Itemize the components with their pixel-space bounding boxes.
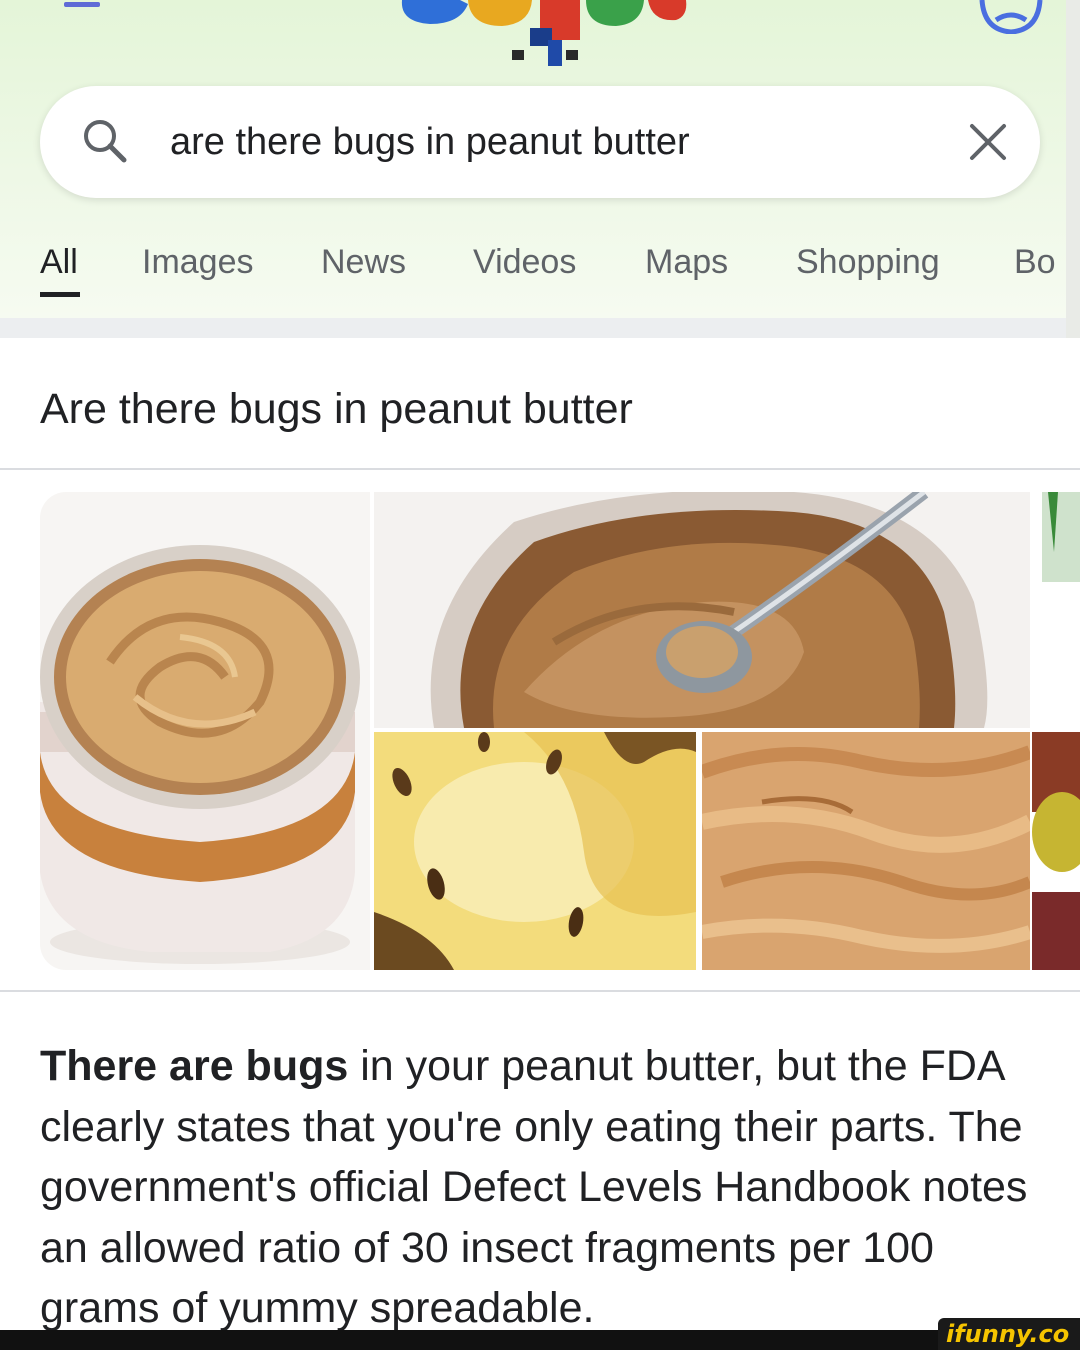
search-tabs: All Images News Videos Maps Shopping Bo [0, 236, 1080, 306]
active-tab-indicator [40, 292, 80, 297]
watermark-bar [0, 1330, 1080, 1350]
divider [0, 468, 1080, 470]
tab-news[interactable]: News [321, 242, 406, 282]
snippet-highlight: There are bugs [40, 1042, 349, 1090]
peanut-butter-spoon-image[interactable] [374, 492, 1030, 728]
bugs-in-food-image[interactable] [374, 732, 696, 970]
account-icon[interactable] [978, 0, 1044, 34]
close-icon[interactable] [966, 120, 1010, 164]
featured-question-heading[interactable]: Are there bugs in peanut butter [40, 384, 633, 434]
ifunny-watermark-logo: ifunny.co [938, 1318, 1080, 1350]
tab-images[interactable]: Images [142, 242, 254, 282]
tab-videos[interactable]: Videos [473, 242, 576, 282]
cropped-food-image[interactable] [1032, 492, 1080, 970]
peanut-butter-closeup-image[interactable] [702, 732, 1030, 970]
featured-snippet-text: There are bugs in your peanut butter, bu… [40, 1036, 1040, 1339]
search-input[interactable]: are there bugs in peanut butter [170, 120, 690, 164]
peanut-butter-jar-image[interactable] [40, 492, 370, 970]
tab-maps[interactable]: Maps [645, 242, 728, 282]
tab-shopping[interactable]: Shopping [796, 242, 940, 282]
header-divider [0, 318, 1080, 338]
tab-all[interactable]: All [40, 242, 78, 282]
tab-books[interactable]: Bo [1014, 242, 1056, 282]
menu-icon[interactable] [64, 2, 100, 16]
scrollbar[interactable] [1066, 0, 1080, 338]
search-box[interactable]: are there bugs in peanut butter [40, 86, 1040, 198]
google-doodle-logo[interactable] [390, 0, 690, 70]
search-icon[interactable] [80, 116, 130, 166]
divider [0, 990, 1080, 992]
search-header: are there bugs in peanut butter All Imag… [0, 0, 1080, 318]
